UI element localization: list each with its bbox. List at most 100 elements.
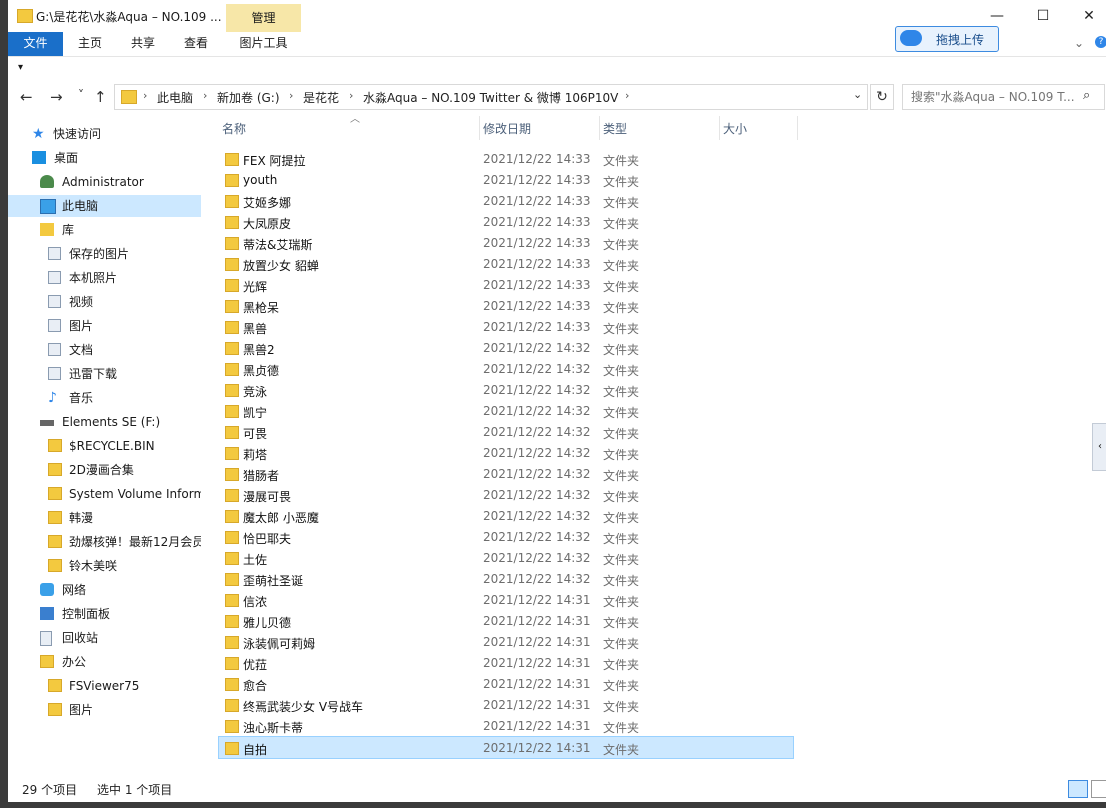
sidebar-item[interactable]: 网络 (8, 579, 201, 601)
file-row[interactable]: 黑兽2 2021/12/22 14:32 文件夹 (219, 337, 793, 358)
file-row[interactable]: 光辉 2021/12/22 14:33 文件夹 (219, 274, 793, 295)
column-divider[interactable] (479, 116, 480, 140)
file-row[interactable]: 漫展可畏 2021/12/22 14:32 文件夹 (219, 484, 793, 505)
sidebar-item[interactable]: 劲爆核弹！最新12月会员 (8, 531, 201, 553)
sidebar-item[interactable]: Elements SE (F:) (8, 411, 201, 433)
sidebar-item[interactable]: 保存的图片 (8, 243, 201, 265)
help-icon[interactable]: ? (1095, 36, 1106, 48)
sidebar-item[interactable]: 铃木美咲 (8, 555, 201, 577)
file-row[interactable]: 土佐 2021/12/22 14:32 文件夹 (219, 547, 793, 568)
sidebar-item[interactable]: $RECYCLE.BIN (8, 435, 201, 457)
file-row[interactable]: 可畏 2021/12/22 14:32 文件夹 (219, 421, 793, 442)
file-row[interactable]: 猎肠者 2021/12/22 14:32 文件夹 (219, 463, 793, 484)
refresh-button[interactable]: ↻ (870, 84, 894, 110)
drag-upload-button[interactable]: 拖拽上传 (895, 26, 999, 52)
sidebar-item[interactable]: 办公 (8, 651, 201, 673)
sidebar-item[interactable]: 视频 (8, 291, 201, 313)
file-row[interactable]: youth 2021/12/22 14:33 文件夹 (219, 169, 793, 190)
back-icon[interactable]: ← (20, 88, 33, 106)
breadcrumb-current[interactable]: 水淼Aqua – NO.109 Twitter & 微博 106P10V (363, 89, 618, 106)
file-row[interactable]: 浊心斯卡蒂 2021/12/22 14:31 文件夹 (219, 715, 793, 736)
sidebar-item[interactable]: 图片 (8, 315, 201, 337)
sidebar-item[interactable]: 此电脑 (8, 195, 201, 217)
file-row[interactable]: 信浓 2021/12/22 14:31 文件夹 (219, 589, 793, 610)
folder-icon (48, 703, 62, 716)
file-row[interactable]: 艾姬多娜 2021/12/22 14:33 文件夹 (219, 190, 793, 211)
sidebar-item[interactable]: ★ 快速访问 (8, 123, 201, 145)
column-divider[interactable] (797, 116, 798, 140)
chevron-right-icon[interactable]: › (143, 89, 147, 102)
file-row[interactable]: 黑兽 2021/12/22 14:33 文件夹 (219, 316, 793, 337)
column-header-modified[interactable]: 修改日期 (483, 120, 531, 137)
folder-icon (225, 195, 239, 208)
tab-file[interactable]: 文件 (8, 32, 63, 56)
maximize-button[interactable]: ☐ (1020, 0, 1066, 32)
sidebar-item[interactable]: 韩漫 (8, 507, 201, 529)
details-view-icon[interactable] (1068, 780, 1088, 798)
file-row[interactable]: 终焉武装少女 V号战车 2021/12/22 14:31 文件夹 (219, 694, 793, 715)
column-divider[interactable] (599, 116, 600, 140)
address-bar[interactable]: › 此电脑 › 新加卷 (G:) › 是花花 › 水淼Aqua – NO.109… (114, 84, 868, 110)
close-button[interactable]: ✕ (1066, 0, 1106, 32)
search-input[interactable] (909, 88, 1083, 106)
file-row[interactable]: 雅儿贝德 2021/12/22 14:31 文件夹 (219, 610, 793, 631)
recent-locations-icon[interactable]: ˅ (78, 88, 84, 102)
sidebar-item[interactable]: 控制面板 (8, 603, 201, 625)
sidebar-item[interactable]: 图片 (8, 699, 201, 721)
sidebar-item[interactable]: 桌面 (8, 147, 201, 169)
file-row[interactable]: 歪萌社圣诞 2021/12/22 14:32 文件夹 (219, 568, 793, 589)
chevron-right-icon[interactable]: › (349, 89, 353, 102)
file-row[interactable]: 自拍 2021/12/22 14:31 文件夹 (218, 736, 794, 759)
breadcrumb-this-pc[interactable]: 此电脑 (157, 89, 193, 106)
file-row[interactable]: 凯宁 2021/12/22 14:32 文件夹 (219, 400, 793, 421)
file-row[interactable]: 放置少女 貂蝉 2021/12/22 14:33 文件夹 (219, 253, 793, 274)
file-row[interactable]: 愈合 2021/12/22 14:31 文件夹 (219, 673, 793, 694)
file-name: 放置少女 貂蝉 (243, 259, 319, 273)
file-row[interactable]: 泳装佩可莉姆 2021/12/22 14:31 文件夹 (219, 631, 793, 652)
file-row[interactable]: 蒂法&艾瑞斯 2021/12/22 14:33 文件夹 (219, 232, 793, 253)
sidebar-item[interactable]: FSViewer75 (8, 675, 201, 697)
sidebar-item[interactable]: 迅雷下载 (8, 363, 201, 385)
search-icon[interactable]: ⌕ (1083, 88, 1090, 103)
file-row[interactable]: FEX 阿提拉 2021/12/22 14:33 文件夹 (219, 148, 793, 169)
sidebar-item[interactable]: 回收站 (8, 627, 201, 649)
side-panel-toggle[interactable]: ‹ (1092, 423, 1106, 471)
sidebar-item[interactable]: 库 (8, 219, 201, 241)
sidebar-item[interactable]: 本机照片 (8, 267, 201, 289)
tab-manage[interactable]: 管理 (226, 4, 301, 32)
tab-picture-tools[interactable]: 图片工具 (226, 32, 301, 56)
address-dropdown-icon[interactable]: ⌄ (853, 88, 862, 101)
sidebar-item[interactable]: Administrator (8, 171, 201, 193)
tab-view[interactable]: 查看 (176, 32, 216, 56)
quick-access-toolbar-icon[interactable]: ▾ (18, 62, 23, 73)
file-row[interactable]: 竞泳 2021/12/22 14:32 文件夹 (219, 379, 793, 400)
chevron-right-icon[interactable]: › (203, 89, 207, 102)
sidebar-item[interactable]: System Volume Inform (8, 483, 201, 505)
ribbon-expand-icon[interactable]: ⌄ (1074, 36, 1084, 50)
breadcrumb-folder[interactable]: 是花花 (303, 89, 339, 106)
sidebar-item[interactable]: ♪ 音乐 (8, 387, 201, 409)
tab-home[interactable]: 主页 (70, 32, 110, 56)
file-row[interactable]: 大凤原皮 2021/12/22 14:33 文件夹 (219, 211, 793, 232)
large-icons-view-icon[interactable] (1091, 780, 1106, 798)
chevron-right-icon[interactable]: › (289, 89, 293, 102)
forward-icon[interactable]: → (50, 88, 63, 106)
up-icon[interactable]: ↑ (94, 88, 107, 106)
file-type: 文件夹 (603, 259, 640, 273)
chevron-right-icon[interactable]: › (625, 89, 629, 102)
file-row[interactable]: 黑贞德 2021/12/22 14:32 文件夹 (219, 358, 793, 379)
column-header-size[interactable]: 大小 (723, 120, 747, 137)
column-header-name[interactable]: 名称 (222, 120, 246, 137)
file-row[interactable]: 优菈 2021/12/22 14:31 文件夹 (219, 652, 793, 673)
sidebar-item[interactable]: 2D漫画合集 (8, 459, 201, 481)
file-row[interactable]: 莉塔 2021/12/22 14:32 文件夹 (219, 442, 793, 463)
file-row[interactable]: 恰巴耶夫 2021/12/22 14:32 文件夹 (219, 526, 793, 547)
file-row[interactable]: 魔太郎 小恶魔 2021/12/22 14:32 文件夹 (219, 505, 793, 526)
column-divider[interactable] (719, 116, 720, 140)
column-header-type[interactable]: 类型 (603, 120, 627, 137)
file-row[interactable]: 黑枪呆 2021/12/22 14:33 文件夹 (219, 295, 793, 316)
sidebar-item[interactable]: 文档 (8, 339, 201, 361)
tab-share[interactable]: 共享 (123, 32, 163, 56)
search-box[interactable]: ⌕ (902, 84, 1105, 110)
breadcrumb-drive[interactable]: 新加卷 (G:) (217, 89, 280, 106)
